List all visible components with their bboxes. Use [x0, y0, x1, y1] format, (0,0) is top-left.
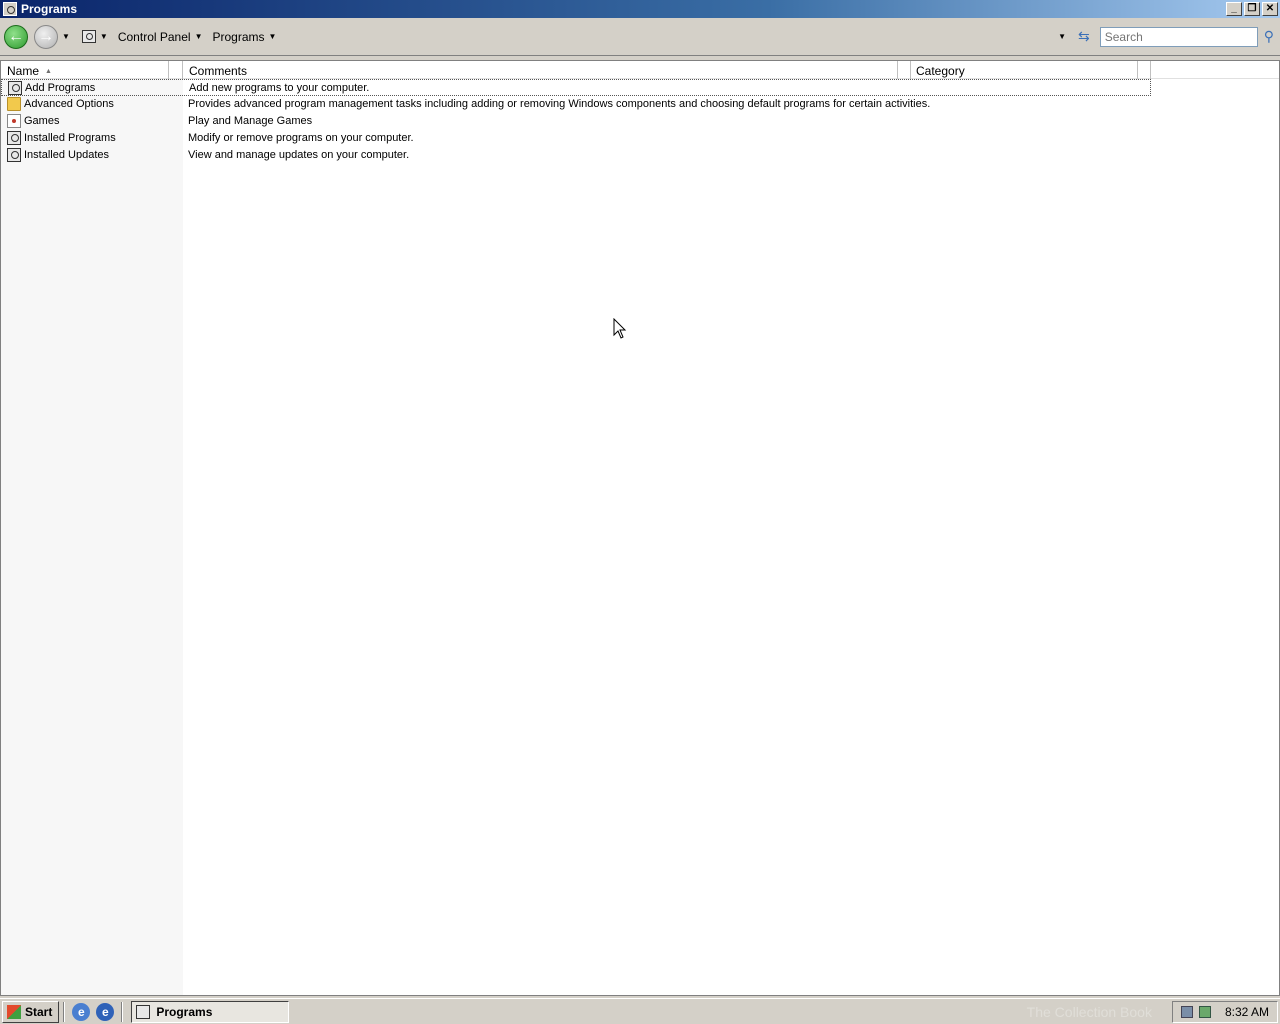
games-icon	[7, 114, 21, 128]
breadcrumb-programs[interactable]: Programs	[212, 30, 264, 44]
search-icon[interactable]: ⚲	[1264, 28, 1274, 45]
column-header-name[interactable]: Name ▲	[1, 61, 169, 79]
network-icon[interactable]	[1180, 1005, 1193, 1018]
chevron-down-icon[interactable]: ▼	[269, 32, 277, 41]
clock[interactable]: 8:32 AM	[1225, 1005, 1269, 1019]
taskbar: Start e e Programs The Collection Book 8…	[0, 998, 1280, 1024]
breadcrumb-control-panel[interactable]: Control Panel	[118, 30, 191, 44]
list-item-installed-updates[interactable]: Installed Updates View and manage update…	[1, 147, 1151, 164]
control-panel-icon	[8, 81, 22, 95]
item-name: Installed Updates	[24, 149, 109, 161]
item-comment: Add new programs to your computer.	[189, 82, 370, 94]
file-list-view: Name ▲ Comments Category Add Programs Add…	[0, 60, 1280, 996]
title-bar: Programs _ ❐ ✕	[0, 0, 1280, 18]
control-panel-icon	[7, 131, 21, 145]
item-comment: Provides advanced program management tas…	[188, 98, 931, 110]
sort-ascending-icon: ▲	[45, 68, 52, 75]
item-comment: Modify or remove programs on your comput…	[188, 132, 414, 144]
item-name: Add Programs	[25, 82, 96, 94]
column-separator[interactable]	[169, 61, 183, 79]
forward-button[interactable]: →	[34, 24, 58, 49]
navigation-bar: ← → ▼ ▼ Control Panel ▼ Programs ▼ ▼ ⇆ ⚲	[0, 18, 1280, 56]
search-input[interactable]	[1099, 26, 1258, 47]
start-button[interactable]: Start	[2, 1000, 60, 1023]
folder-icon	[7, 97, 21, 111]
list-item-installed-programs[interactable]: Installed Programs Modify or remove prog…	[1, 130, 1151, 147]
chevron-down-icon[interactable]: ▼	[195, 32, 203, 41]
item-name: Games	[24, 115, 60, 127]
control-panel-icon	[81, 30, 96, 43]
control-panel-icon	[136, 1004, 151, 1019]
back-arrow-icon: ←	[8, 27, 24, 45]
taskbar-programs-button[interactable]: Programs	[131, 1000, 290, 1023]
forward-arrow-icon: →	[38, 27, 54, 45]
list-item-add-programs[interactable]: Add Programs Add new programs to your co…	[1, 79, 1151, 96]
window-controls: _ ❐ ✕	[1226, 2, 1278, 16]
recent-pages-dropdown[interactable]: ▼	[62, 32, 70, 41]
server-manager-icon[interactable]: e	[72, 1002, 91, 1021]
item-name: Installed Programs	[24, 132, 116, 144]
address-history-dropdown[interactable]: ▼	[1058, 32, 1066, 41]
name-column-background	[1, 61, 183, 995]
system-tray: 8:32 AM	[1171, 1000, 1278, 1023]
column-header-comments-label: Comments	[189, 64, 248, 78]
list-item-games[interactable]: Games Play and Manage Games	[1, 113, 1151, 130]
chevron-down-icon[interactable]: ▼	[100, 32, 108, 41]
window-title: Programs	[21, 2, 78, 16]
column-header-category-label: Category	[916, 64, 965, 78]
watermark-text: The Collection Book	[1026, 1003, 1152, 1020]
column-header-comments[interactable]: Comments	[183, 61, 898, 79]
quick-launch-separator	[63, 1001, 66, 1022]
mouse-cursor-icon	[613, 318, 627, 339]
column-header-category[interactable]: Category	[910, 61, 1138, 79]
taskbar-separator	[121, 1001, 124, 1022]
refresh-icon[interactable]: ⇆	[1078, 28, 1090, 45]
close-button[interactable]: ✕	[1262, 2, 1278, 16]
programs-window-icon	[3, 2, 17, 16]
back-button[interactable]: ←	[4, 24, 28, 49]
item-comment: Play and Manage Games	[188, 115, 313, 127]
security-icon[interactable]	[1198, 1005, 1211, 1018]
item-comment: View and manage updates on your computer…	[188, 149, 410, 161]
windows-logo-icon	[7, 1004, 21, 1019]
list-item-advanced-options[interactable]: Advanced Options Provides advanced progr…	[1, 96, 1151, 113]
internet-explorer-icon[interactable]: e	[96, 1002, 115, 1021]
minimize-button[interactable]: _	[1226, 2, 1242, 16]
control-panel-icon	[7, 148, 21, 162]
item-name: Advanced Options	[24, 98, 114, 110]
column-header-name-label: Name	[7, 64, 40, 78]
column-header: Name ▲ Comments Category	[1, 61, 1279, 79]
restore-button[interactable]: ❐	[1244, 2, 1260, 16]
taskbar-programs-label: Programs	[156, 1004, 213, 1019]
column-separator[interactable]	[1138, 61, 1151, 79]
start-label: Start	[25, 1004, 53, 1019]
